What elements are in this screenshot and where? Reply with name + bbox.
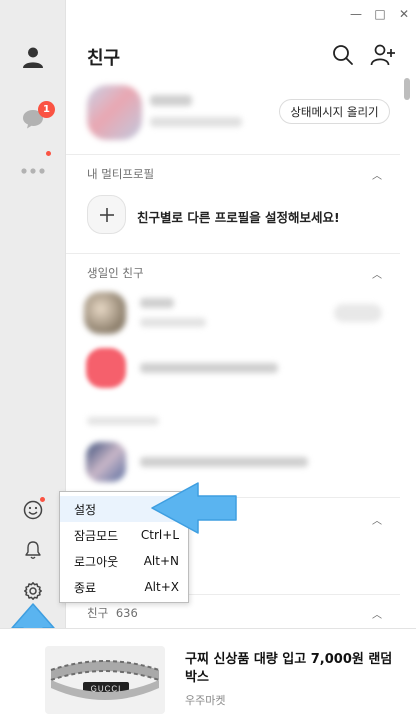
menu-item-logout[interactable]: 로그아웃 Alt+N [60,548,188,574]
menu-item-shortcut: Alt+N [143,554,179,568]
menu-item-label: 설정 [74,502,97,517]
settings-button[interactable] [0,579,66,603]
friend-avatar [86,442,126,482]
friend-avatar [86,348,126,388]
search-icon[interactable] [332,44,354,66]
new-dot [40,497,45,502]
minimize-button[interactable]: — [350,7,362,21]
more-tab[interactable] [0,151,66,182]
multi-profile-label: 내 멀티프로필 [87,167,155,181]
friend-name [140,298,174,308]
menu-item-exit[interactable]: 종료 Alt+X [60,574,188,600]
ad-source: 우주마켓 [185,694,226,707]
window-controls: — □ ✕ [350,7,410,21]
ad-title[interactable]: 구찌 신상품 대량 입고 7,000원 랜덤박스 [185,651,395,687]
friend-avatar [84,292,126,334]
friends-count: 636 [115,606,138,620]
my-profile-status [150,117,242,127]
maximize-button[interactable]: □ [374,7,386,21]
menu-item-label: 종료 [74,580,97,595]
status-message-button[interactable]: 상태메시지 올리기 [279,99,390,124]
friends-section-label: 친구 636 [87,605,138,621]
ad-product-image: GUCCI [45,646,165,714]
person-icon [23,47,43,68]
birthday-section-label: 생일인 친구 [87,266,144,280]
chevron-up-icon[interactable]: ︿ [372,606,382,621]
my-profile-name [150,95,192,106]
more-dots-icon [21,168,45,174]
divider [66,253,400,254]
add-multi-profile-button[interactable] [87,195,126,234]
friends-label: 친구 [87,606,109,620]
menu-item-label: 로그아웃 [74,554,119,569]
close-button[interactable]: ✕ [398,7,410,21]
bell-icon [25,541,41,559]
ad-banner[interactable]: GUCCI 구찌 신상품 대량 입고 7,000원 랜덤박스 우주마켓 [0,628,416,728]
friend-text [140,363,278,373]
menu-item-label: 잠금모드 [74,528,119,543]
add-friend-icon[interactable] [370,44,396,66]
friends-tab[interactable] [0,42,66,72]
new-dot [46,151,51,156]
friend-status [140,318,206,327]
list-item[interactable] [84,440,400,484]
page-title: 친구 [87,48,121,69]
gear-icon [24,582,42,600]
plus-icon [99,207,114,222]
notifications-button[interactable] [0,538,66,562]
list-item[interactable] [84,346,400,390]
chevron-up-icon[interactable]: ︿ [372,266,382,281]
chats-tab[interactable]: 1 [0,101,66,134]
list-item[interactable] [84,292,400,336]
bracelet-image: GUCCI [45,646,165,714]
unread-badge: 1 [38,101,55,118]
ad-product-text: GUCCI [91,685,122,694]
my-profile-avatar[interactable] [87,85,142,140]
left-sidebar: 1 [0,0,66,628]
emoticon-button[interactable] [0,497,66,522]
divider [66,154,400,155]
multi-profile-cta[interactable]: 친구별로 다른 프로필을 설정해보세요! [137,207,340,226]
section-label-blurred [87,417,159,425]
scrollbar-thumb[interactable] [404,78,410,100]
chevron-up-icon[interactable]: ︿ [372,167,382,182]
arrow-right-annotation [151,482,237,534]
gift-button[interactable] [334,304,382,322]
friend-text [140,457,308,467]
smiley-icon [23,500,43,520]
chevron-up-icon[interactable]: ︿ [372,512,382,527]
menu-item-shortcut: Alt+X [144,580,179,594]
